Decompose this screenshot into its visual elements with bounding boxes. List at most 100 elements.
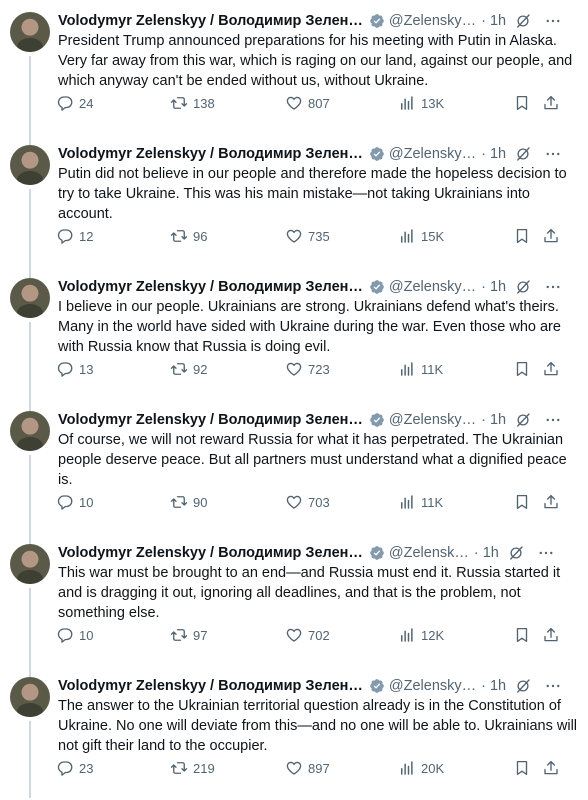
like-button[interactable]: 723	[285, 358, 330, 380]
author-handle[interactable]: @Zelensky…	[389, 676, 476, 696]
reply-icon	[57, 761, 73, 776]
timestamp[interactable]: 1h	[490, 676, 506, 696]
timestamp[interactable]: 1h	[490, 11, 506, 31]
author-name[interactable]: Volodymyr Zelenskyy / Володимир Зелен…	[58, 676, 363, 696]
verified-badge-icon	[370, 679, 384, 693]
grok-icon[interactable]	[514, 145, 532, 163]
like-icon	[286, 628, 302, 642]
reply-button[interactable]: 10	[56, 624, 93, 646]
like-count: 703	[308, 494, 330, 510]
tweet-actions: 10 90 703 11K	[52, 491, 572, 513]
like-button[interactable]: 897	[285, 757, 330, 779]
grok-icon[interactable]	[507, 544, 525, 562]
avatar[interactable]	[10, 145, 50, 185]
author-handle[interactable]: @Zelensky…	[389, 277, 476, 297]
views-button[interactable]: 12K	[398, 624, 444, 646]
share-button[interactable]	[542, 225, 560, 247]
reply-button[interactable]: 24	[56, 92, 93, 114]
avatar[interactable]	[10, 278, 50, 318]
bookmark-button[interactable]	[513, 624, 531, 646]
share-icon	[544, 627, 558, 642]
grok-icon[interactable]	[514, 278, 532, 296]
views-count: 15K	[421, 228, 445, 244]
retweet-count: 97	[193, 627, 208, 643]
like-button[interactable]: 703	[285, 491, 330, 513]
tweet[interactable]: Volodymyr Zelenskyy / Володимир Зелен… @…	[0, 266, 588, 399]
timestamp[interactable]: 1h	[490, 410, 506, 430]
tweet[interactable]: Volodymyr Zelenskyy / Володимир Зелен… @…	[0, 665, 588, 798]
verified-badge-icon	[370, 280, 384, 294]
author-name[interactable]: Volodymyr Zelenskyy / Володимир Зелен…	[58, 144, 363, 164]
views-button[interactable]: 11K	[398, 358, 443, 380]
author-handle[interactable]: @Zelensky…	[389, 11, 476, 31]
retweet-button[interactable]: 138	[170, 92, 215, 114]
timestamp[interactable]: 1h	[483, 543, 499, 563]
share-button[interactable]	[542, 491, 560, 513]
views-button[interactable]: 11K	[398, 491, 443, 513]
author-handle[interactable]: @Zelensky…	[389, 144, 476, 164]
avatar[interactable]	[10, 12, 50, 52]
avatar[interactable]	[10, 677, 50, 717]
tweet[interactable]: Volodymyr Zelenskyy / Володимир Зелен… @…	[0, 133, 588, 266]
share-button[interactable]	[542, 757, 560, 779]
views-button[interactable]: 13K	[398, 92, 444, 114]
grok-icon[interactable]	[514, 677, 532, 695]
bookmark-icon	[516, 228, 528, 244]
verified-badge-icon	[370, 14, 384, 28]
tweet[interactable]: Volodymyr Zelenskyy / Володимир Зелен… @…	[0, 532, 588, 665]
more-options-icon[interactable]	[544, 411, 562, 429]
bookmark-icon	[516, 760, 528, 776]
tweet[interactable]: Volodymyr Zelenskyy / Володимир Зелен… @…	[0, 0, 588, 133]
grok-icon[interactable]	[514, 411, 532, 429]
avatar[interactable]	[10, 411, 50, 451]
bookmark-button[interactable]	[513, 225, 531, 247]
more-options-icon[interactable]	[544, 278, 562, 296]
retweet-button[interactable]: 97	[170, 624, 207, 646]
tweet-text: President Trump announced preparations f…	[58, 33, 573, 89]
reply-button[interactable]: 23	[56, 757, 93, 779]
bookmark-button[interactable]	[513, 491, 531, 513]
views-icon	[401, 96, 413, 110]
like-button[interactable]: 807	[285, 92, 330, 114]
views-count: 11K	[421, 361, 444, 377]
grok-icon[interactable]	[514, 12, 532, 30]
share-button[interactable]	[542, 624, 560, 646]
like-count: 735	[308, 228, 330, 244]
views-button[interactable]: 15K	[398, 225, 444, 247]
author-name[interactable]: Volodymyr Zelenskyy / Володимир Зелен…	[58, 410, 363, 430]
views-count: 12K	[421, 627, 445, 643]
reply-button[interactable]: 12	[56, 225, 93, 247]
retweet-button[interactable]: 90	[170, 491, 207, 513]
tweet[interactable]: Volodymyr Zelenskyy / Володимир Зелен… @…	[0, 399, 588, 532]
bookmark-button[interactable]	[513, 757, 531, 779]
views-button[interactable]: 20K	[398, 757, 444, 779]
like-button[interactable]: 702	[285, 624, 330, 646]
more-options-icon[interactable]	[537, 544, 555, 562]
retweet-count: 219	[193, 760, 215, 776]
author-handle[interactable]: @Zelensk…	[389, 543, 469, 563]
bookmark-button[interactable]	[513, 92, 531, 114]
more-options-icon[interactable]	[544, 145, 562, 163]
share-button[interactable]	[542, 92, 560, 114]
retweet-button[interactable]: 92	[170, 358, 207, 380]
author-name[interactable]: Volodymyr Zelenskyy / Володимир Зелен…	[58, 277, 363, 297]
more-options-icon[interactable]	[544, 12, 562, 30]
reply-button[interactable]: 10	[56, 491, 93, 513]
bookmark-button[interactable]	[513, 358, 531, 380]
more-options-icon[interactable]	[544, 677, 562, 695]
timestamp[interactable]: 1h	[490, 277, 506, 297]
author-name[interactable]: Volodymyr Zelenskyy / Володимир Зелен…	[58, 11, 363, 31]
views-count: 13K	[421, 95, 445, 111]
like-button[interactable]: 735	[285, 225, 330, 247]
thread-line	[29, 588, 31, 665]
author-name[interactable]: Volodymyr Zelenskyy / Володимир Зелен…	[58, 543, 363, 563]
author-handle[interactable]: @Zelensky…	[389, 410, 476, 430]
reply-button[interactable]: 13	[56, 358, 93, 380]
timestamp[interactable]: 1h	[490, 144, 506, 164]
tweet-header: Volodymyr Zelenskyy / Володимир Зелен… @…	[58, 11, 578, 31]
share-button[interactable]	[542, 358, 560, 380]
retweet-button[interactable]: 96	[170, 225, 207, 247]
avatar[interactable]	[10, 544, 50, 584]
retweet-button[interactable]: 219	[170, 757, 215, 779]
reply-icon	[57, 495, 73, 510]
